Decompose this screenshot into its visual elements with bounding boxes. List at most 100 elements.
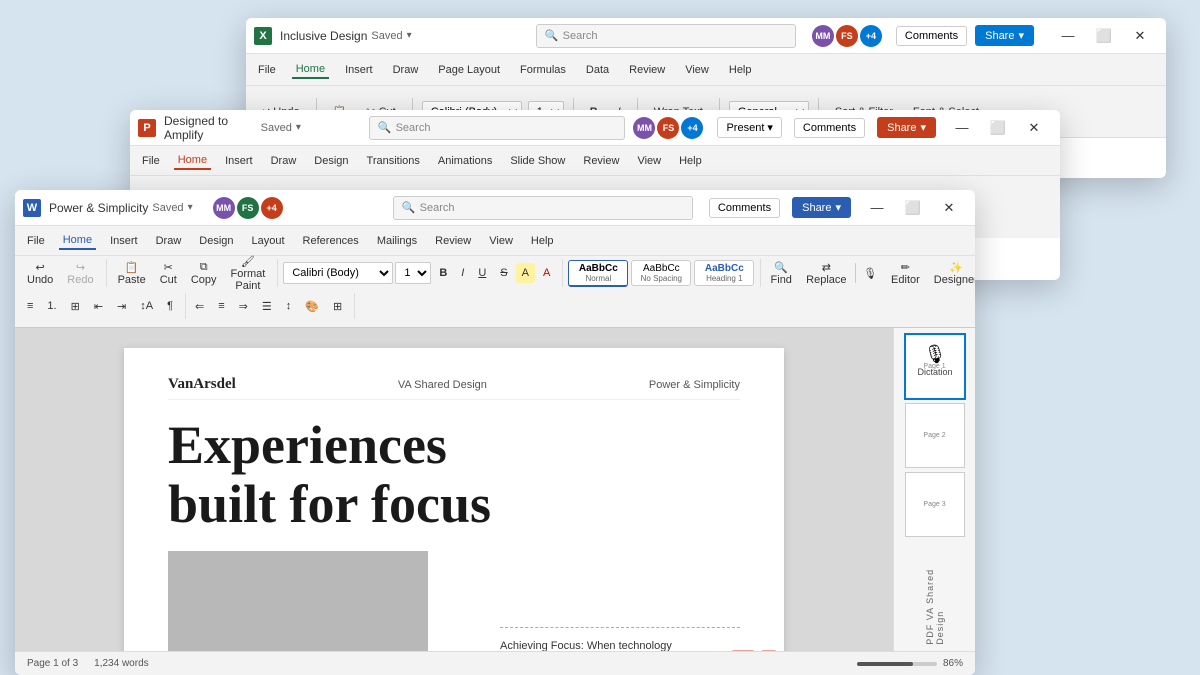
word-designer-button[interactable]: ✨ Designer xyxy=(928,257,975,290)
word-page-thumb-3[interactable]: Page 3 xyxy=(905,472,965,537)
word-maximize-button[interactable]: ⬜ xyxy=(895,190,931,226)
word-line-spacing-button[interactable]: ↕ xyxy=(280,296,298,316)
word-font-selector[interactable]: Calibri (Body) xyxy=(283,262,393,284)
excel-minimize-button[interactable]: — xyxy=(1050,18,1086,54)
word-doc-scroll[interactable]: VanArsdel VA Shared Design Power & Simpl… xyxy=(15,328,893,651)
word-align-center-button[interactable]: ≡ xyxy=(212,296,230,316)
excel-menu-help[interactable]: Help xyxy=(725,62,756,78)
ppt-menu-slideshow[interactable]: Slide Show xyxy=(506,153,569,169)
word-menu-layout[interactable]: Layout xyxy=(248,233,289,249)
ppt-menu-insert[interactable]: Insert xyxy=(221,153,257,169)
word-menu-view[interactable]: View xyxy=(485,233,517,249)
ppt-minimize-button[interactable]: — xyxy=(944,110,980,146)
word-comments-button[interactable]: Comments xyxy=(709,198,780,218)
word-align-group: ⇐ ≡ ⇒ ☰ ↕ 🎨 ⊞ xyxy=(189,293,355,319)
word-menu-review[interactable]: Review xyxy=(431,233,475,249)
ppt-menu-design[interactable]: Design xyxy=(310,153,352,169)
excel-menu-file[interactable]: File xyxy=(254,62,280,78)
word-underline-button[interactable]: U xyxy=(472,263,492,283)
word-format-paint-button[interactable]: 🖌 Format Paint xyxy=(225,251,272,296)
excel-menu-view[interactable]: View xyxy=(681,62,713,78)
word-copy-button[interactable]: ⧉ Copy xyxy=(185,257,223,290)
word-menu-file[interactable]: File xyxy=(23,233,49,249)
word-menu-home[interactable]: Home xyxy=(59,232,96,250)
excel-app-icon: X xyxy=(254,27,272,45)
word-numbering-button[interactable]: 1. xyxy=(41,296,62,316)
word-replace-button[interactable]: ⇄ Replace xyxy=(800,257,852,290)
word-style-nospace[interactable]: AaBbCc No Spacing xyxy=(631,260,691,286)
excel-menu-formulas[interactable]: Formulas xyxy=(516,62,570,78)
word-style-heading1[interactable]: AaBbCc Heading 1 xyxy=(694,260,754,286)
word-justify-button[interactable]: ☰ xyxy=(256,296,278,317)
word-sort-button[interactable]: ↕A xyxy=(134,296,159,316)
excel-menu-home[interactable]: Home xyxy=(292,61,329,79)
doc-center-text: VA Shared Design xyxy=(398,379,487,391)
ppt-menu-animations[interactable]: Animations xyxy=(434,153,496,169)
excel-search-box[interactable]: 🔍 Search xyxy=(536,24,796,48)
ppt-menu-help[interactable]: Help xyxy=(675,153,706,169)
ppt-maximize-button[interactable]: ⬜ xyxy=(980,110,1016,146)
word-minimize-button[interactable]: — xyxy=(859,190,895,226)
word-menu-design[interactable]: Design xyxy=(195,233,237,249)
word-strikethrough-button[interactable]: S xyxy=(494,263,513,283)
excel-doc-title: Inclusive Design Saved ▾ xyxy=(280,29,412,43)
word-page-thumb-2[interactable]: Page 2 xyxy=(905,403,965,468)
word-font-size[interactable]: 11 xyxy=(395,262,431,284)
ppt-share-button[interactable]: Share ▾ xyxy=(877,117,936,138)
excel-menu-data[interactable]: Data xyxy=(582,62,613,78)
word-borders-button[interactable]: ⊞ xyxy=(327,296,348,317)
word-find-button[interactable]: 🔍 Find xyxy=(764,257,798,290)
word-increase-indent-button[interactable]: ⇥ xyxy=(111,296,132,317)
word-menu-mailings[interactable]: Mailings xyxy=(373,233,421,249)
word-menu-insert[interactable]: Insert xyxy=(106,233,142,249)
excel-comments-button[interactable]: Comments xyxy=(896,26,967,46)
word-menu-help[interactable]: Help xyxy=(527,233,558,249)
word-window: W Power & Simplicity Saved ▾ MM FS +4 🔍 … xyxy=(15,190,975,675)
excel-menu-pagelayout[interactable]: Page Layout xyxy=(434,62,504,78)
word-multilevel-button[interactable]: ⊞ xyxy=(65,296,86,317)
excel-menu-draw[interactable]: Draw xyxy=(389,62,423,78)
word-bold-button[interactable]: B xyxy=(433,263,453,283)
ppt-menu-view[interactable]: View xyxy=(633,153,665,169)
word-align-left-button[interactable]: ⇐ xyxy=(189,296,210,317)
word-share-button[interactable]: Share ▾ xyxy=(792,197,851,218)
word-menu-draw[interactable]: Draw xyxy=(152,233,186,249)
word-highlight-button[interactable]: A xyxy=(516,263,535,283)
ppt-close-button[interactable]: ✕ xyxy=(1016,110,1052,146)
excel-share-button[interactable]: Share ▾ xyxy=(975,25,1034,46)
word-dictate-button[interactable]: 🎙 xyxy=(857,263,883,284)
word-cut-button[interactable]: ✂ Cut xyxy=(154,257,183,290)
word-undo-button[interactable]: ↩ Undo xyxy=(21,257,59,290)
word-pilcrow-button[interactable]: ¶ xyxy=(161,296,179,316)
excel-close-button[interactable]: ✕ xyxy=(1122,18,1158,54)
word-saved-badge: Saved xyxy=(152,202,183,214)
word-dictate-panel-btn[interactable]: 🎙 Dictation xyxy=(894,334,975,386)
word-app-icon: W xyxy=(23,199,41,217)
ppt-menu-draw[interactable]: Draw xyxy=(267,153,301,169)
word-align-right-button[interactable]: ⇒ xyxy=(233,296,254,317)
ppt-menu-file[interactable]: File xyxy=(138,153,164,169)
ppt-comments-button[interactable]: Comments xyxy=(794,118,865,138)
word-decrease-indent-button[interactable]: ⇤ xyxy=(88,296,109,317)
ppt-menu-home[interactable]: Home xyxy=(174,152,211,170)
excel-menu-insert[interactable]: Insert xyxy=(341,62,377,78)
ppt-menu-review[interactable]: Review xyxy=(579,153,623,169)
ppt-search-box[interactable]: 🔍 Search xyxy=(369,116,626,140)
word-shading-button[interactable]: 🎨 xyxy=(299,296,325,317)
word-paste-button[interactable]: 📋 Paste xyxy=(112,257,152,290)
word-style-normal[interactable]: AaBbCc Normal xyxy=(568,260,628,287)
word-bullets-button[interactable]: ≡ xyxy=(21,296,39,316)
excel-avatar-2: FS xyxy=(836,25,858,47)
word-font-color-button[interactable]: A xyxy=(537,263,556,283)
word-zoom-bar[interactable] xyxy=(857,662,937,666)
ppt-present-button[interactable]: Present ▾ xyxy=(717,117,781,138)
word-redo-button[interactable]: ↪ Redo xyxy=(61,257,99,290)
ppt-menu-transitions[interactable]: Transitions xyxy=(363,153,424,169)
excel-maximize-button[interactable]: ⬜ xyxy=(1086,18,1122,54)
word-editor-button[interactable]: ✏ Editor xyxy=(885,257,926,290)
word-italic-button[interactable]: I xyxy=(455,263,470,283)
word-close-button[interactable]: ✕ xyxy=(931,190,967,226)
excel-menu-review[interactable]: Review xyxy=(625,62,669,78)
word-menu-references[interactable]: References xyxy=(299,233,363,249)
word-search-box[interactable]: 🔍 Search xyxy=(393,196,693,220)
